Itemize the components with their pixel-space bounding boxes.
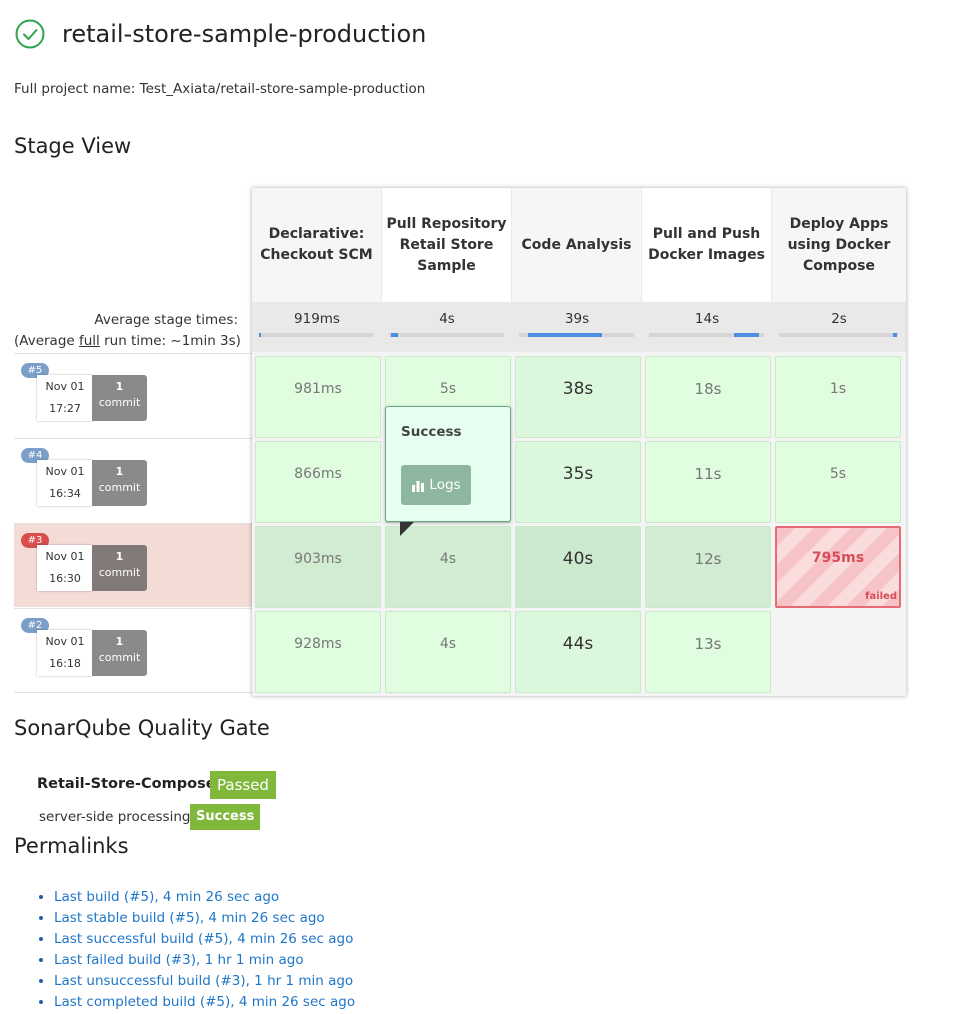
stage-cell[interactable]: 903ms <box>255 526 381 608</box>
failed-label: failed <box>865 591 897 602</box>
sonar-project-name[interactable]: Retail-Store-Compose <box>37 776 216 792</box>
stage-cell[interactable]: 11s <box>645 441 771 523</box>
stage-cell[interactable]: 44s <box>515 611 641 693</box>
popover-title: Success <box>401 424 462 440</box>
build-row-2[interactable]: #2 Nov 01 16:18 1 commit <box>14 608 252 693</box>
stage-header-checkout-scm: Declarative: Checkout SCM <box>252 188 382 302</box>
stage-header-code-analysis: Code Analysis <box>512 188 642 302</box>
popover-pointer <box>400 522 414 536</box>
permalink-last-successful-build[interactable]: Last successful build (#5), 4 min 26 sec… <box>54 931 353 947</box>
build-commits[interactable]: 1 commit <box>92 460 147 506</box>
avg-time-bar <box>389 333 504 337</box>
permalinks-title: Permalinks <box>14 834 129 858</box>
avg-time-bar <box>259 333 374 337</box>
list-item: Last unsuccessful build (#3), 1 hr 1 min… <box>54 971 355 992</box>
build-date: Nov 01 17:27 <box>37 375 93 421</box>
stage-avg-time: 4s <box>382 302 512 352</box>
stage-grid: Declarative: Checkout SCM Pull Repositor… <box>252 188 906 696</box>
stage-avg-time: 2s <box>772 302 906 352</box>
build-date: Nov 01 16:30 <box>37 545 93 591</box>
build-commits[interactable]: 1 commit <box>92 375 147 421</box>
full-project-name: Full project name: Test_Axiata/retail-st… <box>14 81 426 97</box>
logs-button[interactable]: Logs <box>401 465 471 505</box>
stage-cell[interactable]: 13s <box>645 611 771 693</box>
build-commits[interactable]: 1 commit <box>92 545 147 591</box>
stage-avg-time: 14s <box>642 302 772 352</box>
page-header: retail-store-sample-production <box>14 18 426 50</box>
avg-time-bar <box>649 333 764 337</box>
stage-status-popover: Success Logs <box>385 406 511 522</box>
list-item: Last successful build (#5), 4 min 26 sec… <box>54 929 355 950</box>
stage-cell[interactable]: 981ms <box>255 356 381 438</box>
list-item: Last build (#5), 4 min 26 sec ago <box>54 887 355 908</box>
stage-cell[interactable]: 38s <box>515 356 641 438</box>
sonarqube-title: SonarQube Quality Gate <box>14 716 270 740</box>
permalinks-list: Last build (#5), 4 min 26 sec ago Last s… <box>36 887 355 1013</box>
stage-view: Average stage times: (Average full run t… <box>14 188 906 696</box>
stage-cell[interactable]: 12s <box>645 526 771 608</box>
permalink-last-stable-build[interactable]: Last stable build (#5), 4 min 26 sec ago <box>54 910 325 926</box>
quality-gate-status-badge: Passed <box>210 771 276 799</box>
stage-cell[interactable]: 4s <box>385 611 511 693</box>
bar-chart-icon <box>412 480 425 492</box>
average-stage-times-label: Average stage times: (Average full run t… <box>14 312 241 349</box>
permalink-last-failed-build[interactable]: Last failed build (#3), 1 hr 1 min ago <box>54 952 304 968</box>
processing-status-badge: Success <box>190 804 261 830</box>
stage-cell[interactable]: 5s <box>775 441 901 523</box>
check-circle-icon <box>15 19 45 49</box>
stage-cell[interactable]: 40s <box>515 526 641 608</box>
build-row-3[interactable]: #3 Nov 01 16:30 1 commit <box>14 523 252 607</box>
list-item: Last failed build (#3), 1 hr 1 min ago <box>54 950 355 971</box>
full-run-time-link[interactable]: full <box>79 333 100 349</box>
stage-cell[interactable]: 4s <box>385 526 511 608</box>
build-row-4[interactable]: #4 Nov 01 16:34 1 commit <box>14 438 252 522</box>
stage-cell[interactable]: 928ms <box>255 611 381 693</box>
stage-cell[interactable]: 18s <box>645 356 771 438</box>
stage-cell[interactable]: 866ms <box>255 441 381 523</box>
list-item: Last stable build (#5), 4 min 26 sec ago <box>54 908 355 929</box>
stage-avg-time: 39s <box>512 302 642 352</box>
permalink-last-build[interactable]: Last build (#5), 4 min 26 sec ago <box>54 889 279 905</box>
stage-header-deploy-apps: Deploy Apps using Docker Compose <box>772 188 906 302</box>
stage-cell[interactable]: 1s <box>775 356 901 438</box>
stage-view-title: Stage View <box>14 134 132 158</box>
build-date: Nov 01 16:34 <box>37 460 93 506</box>
stage-header-pull-repository: Pull Repository Retail Store Sample <box>382 188 512 302</box>
stage-avg-time: 919ms <box>252 302 382 352</box>
stage-cell-failed[interactable]: 795ms failed <box>775 526 901 608</box>
avg-time-bar <box>519 333 634 337</box>
stage-header-docker-images: Pull and Push Docker Images <box>642 188 772 302</box>
permalink-last-unsuccessful-build[interactable]: Last unsuccessful build (#3), 1 hr 1 min… <box>54 973 353 989</box>
server-side-processing-label: server-side processing: <box>39 809 195 825</box>
page-title: retail-store-sample-production <box>62 20 427 48</box>
list-item: Last completed build (#5), 4 min 26 sec … <box>54 992 355 1013</box>
stage-cell[interactable]: 35s <box>515 441 641 523</box>
avg-time-bar <box>779 333 898 337</box>
build-row-5[interactable]: #5 Nov 01 17:27 1 commit <box>14 353 252 437</box>
permalink-last-completed-build[interactable]: Last completed build (#5), 4 min 26 sec … <box>54 994 355 1010</box>
build-date: Nov 01 16:18 <box>37 630 93 676</box>
build-commits[interactable]: 1 commit <box>92 630 147 676</box>
